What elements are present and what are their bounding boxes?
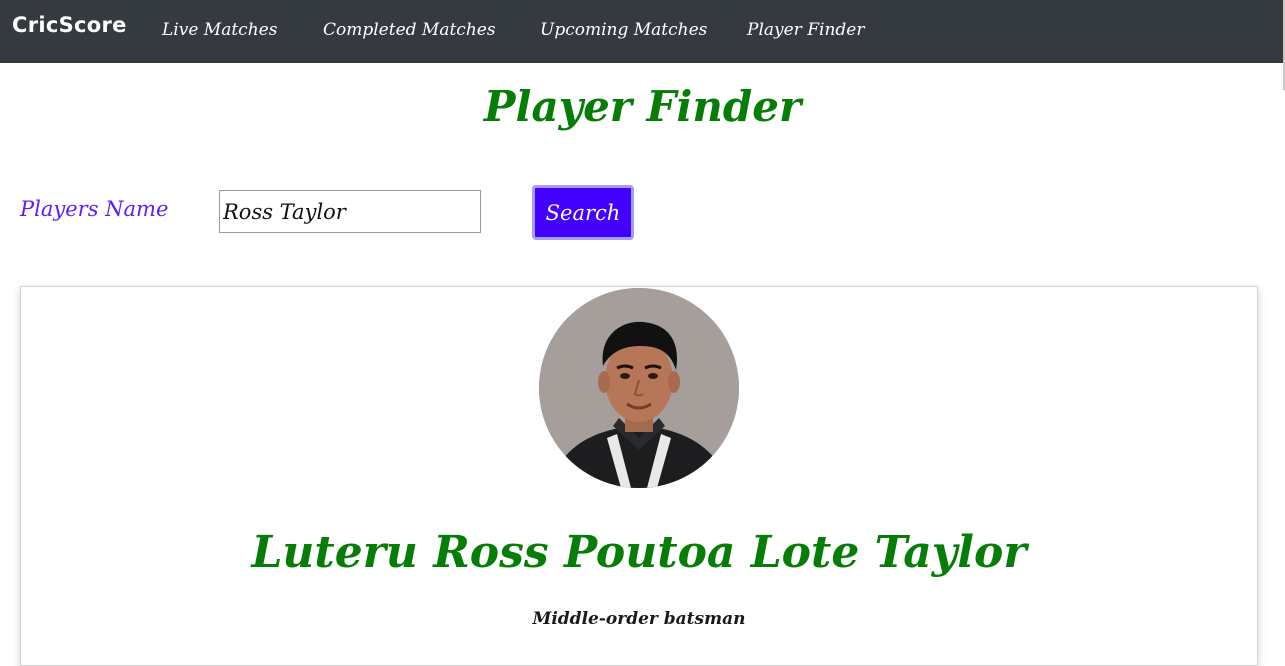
top-navbar: CricScore Live Matches Completed Matches… (0, 0, 1283, 63)
player-photo (539, 288, 739, 488)
player-search-input[interactable] (219, 190, 481, 233)
player-card: Luteru Ross Poutoa Lote Taylor Middle-or… (20, 286, 1258, 666)
player-full-name: Luteru Ross Poutoa Lote Taylor (251, 527, 1027, 578)
nav-completed-matches[interactable]: Completed Matches (323, 20, 496, 40)
player-role: Middle-order batsman (532, 609, 746, 629)
search-button[interactable]: Search (532, 185, 634, 240)
nav-live-matches[interactable]: Live Matches (162, 20, 277, 40)
nav-player-finder[interactable]: Player Finder (747, 20, 864, 40)
players-name-label: Players Name (20, 197, 169, 221)
nav-upcoming-matches[interactable]: Upcoming Matches (540, 20, 707, 40)
player-portrait-icon (539, 288, 739, 488)
brand-logo[interactable]: CricScore (12, 13, 127, 37)
page-title: Player Finder (483, 82, 802, 131)
